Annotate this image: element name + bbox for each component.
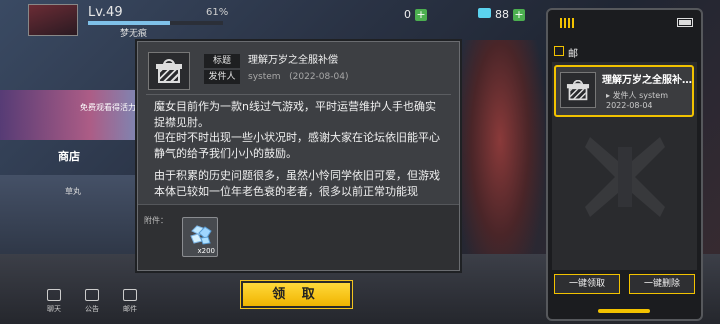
gift-icon [560, 72, 596, 108]
gift-icon [148, 52, 190, 90]
mail-item-title: 理解万岁之全服补… [602, 75, 692, 86]
gem-counter: 88 + [478, 8, 525, 21]
sender-label: 发件人 [204, 70, 240, 84]
gem-icon [478, 8, 491, 18]
mail-detail-dialog: 标题 理解万岁之全服补偿 发件人 system (2022-08-04) 魔女目… [137, 41, 460, 271]
mail-nav-button[interactable]: 邮件 [118, 289, 142, 314]
divider [146, 94, 451, 95]
notice-label: 公告 [85, 305, 99, 313]
exp-percent: 61% [206, 7, 229, 18]
free-watch-label[interactable]: 免费观看得活力 [80, 102, 136, 113]
delete-all-button[interactable]: 一键删除 [629, 274, 695, 294]
coin-value: 0 [404, 8, 411, 21]
battery-icon [677, 18, 693, 27]
mail-sender: system (2022-08-04) [248, 70, 348, 84]
mail-item-sender: ▸ 发件人 system [606, 91, 669, 100]
mail-body-paragraph: 魔女目前作为一款n线过气游戏，平时运营维护人手也确实捉襟见肘。 [154, 100, 436, 129]
panel-footer-bar [598, 309, 650, 313]
mail-nav-label: 邮件 [123, 305, 137, 313]
chat-label: 聊天 [47, 305, 61, 313]
mail-body-paragraph: 由于积累的历史问题很多，虽然小怜同学依旧可爱，但游戏本体已较如一位年老色衰的老者… [154, 169, 440, 198]
mail-header-icon [554, 46, 564, 56]
player-level: Lv.49 [88, 5, 123, 20]
mail-title: 理解万岁之全服补偿 [248, 55, 338, 66]
exp-bar [88, 21, 223, 25]
emblem-decoration [585, 137, 665, 217]
mail-item-sender-text: 发件人 system [612, 91, 669, 100]
mail-list-item[interactable]: 理解万岁之全服补… ▸ 发件人 system 2022-08-04 [554, 65, 694, 117]
attachment-label: 附件： [144, 216, 168, 225]
player-info[interactable]: Lv.49 61% 梦无痕 [28, 4, 228, 39]
chat-icon [47, 289, 61, 301]
character-figure [455, 40, 545, 290]
notice-button[interactable]: 公告 [80, 289, 104, 314]
exp-bar-fill [88, 21, 171, 25]
add-gem-button[interactable]: + [513, 9, 525, 21]
player-name: 梦无痕 [120, 29, 148, 39]
shop-label[interactable]: 商店 [58, 148, 80, 164]
notice-icon [85, 289, 99, 301]
gem-value: 88 [495, 8, 509, 21]
chat-button[interactable]: 聊天 [42, 289, 66, 314]
sender-name: system [248, 72, 281, 82]
mail-item-date: 2022-08-04 [606, 101, 653, 110]
mail-body-paragraph: 但在时不时出现一些小状况时，感谢大家在论坛依旧能平心静气的给予我们小小的鼓励。 [154, 131, 440, 160]
attachment-item[interactable]: x200 [182, 217, 218, 257]
crystal-icon [190, 225, 212, 245]
mail-body[interactable]: 魔女目前作为一款n线过气游戏，平时运营维护人手也确实捉襟见肘。 但在时不时出现一… [146, 97, 451, 201]
attachment-quantity: x200 [197, 247, 215, 255]
avatar[interactable] [28, 4, 78, 36]
side-label: 草丸 [65, 187, 81, 196]
signal-icon [560, 18, 574, 28]
mail-panel: 邮件 理解万岁之全服补… ▸ 发件人 system 2022-08-04 一键领… [546, 8, 703, 321]
panel-status-bar [552, 16, 697, 36]
add-coin-button[interactable]: + [415, 9, 427, 21]
attachment-bar: 附件： x200 [138, 204, 459, 270]
mail-icon [123, 289, 137, 301]
mail-date: (2022-08-04) [289, 72, 349, 82]
event-banner[interactable] [0, 90, 150, 140]
coin-counter: 0 + [404, 8, 427, 21]
title-label: 标题 [204, 54, 240, 68]
mail-list[interactable]: 理解万岁之全服补… ▸ 发件人 system 2022-08-04 [552, 62, 697, 270]
claim-all-button[interactable]: 一键领取 [554, 274, 620, 294]
claim-button[interactable]: 领 取 [240, 280, 353, 309]
